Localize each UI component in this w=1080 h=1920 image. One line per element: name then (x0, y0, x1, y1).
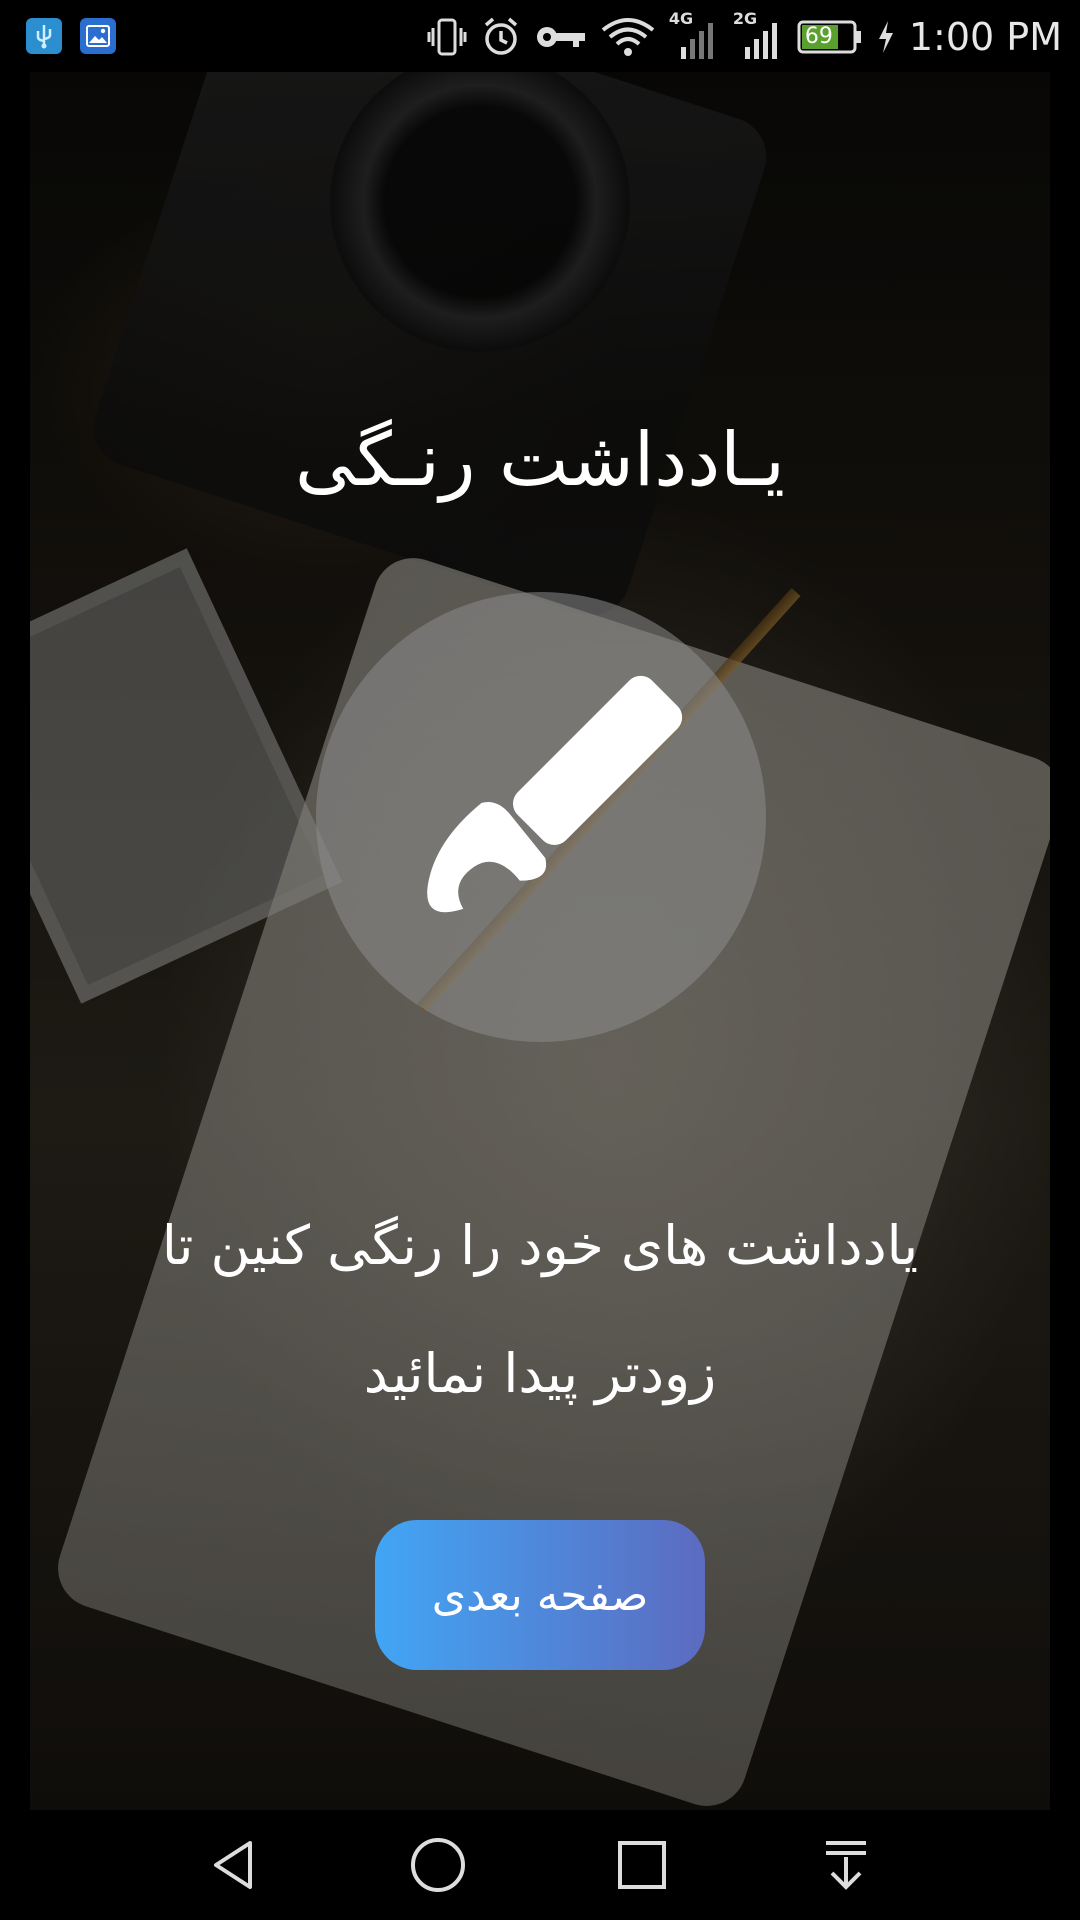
back-icon[interactable] (197, 1828, 271, 1902)
next-page-button[interactable]: صفحه بعدی (375, 1520, 705, 1670)
signal-4g-icon: 4G (669, 9, 719, 61)
app-title: یـادداشت رنـگی (294, 417, 786, 503)
signal-2g-icon: 2G (733, 9, 783, 61)
status-time: 1:00 PM (908, 15, 1062, 59)
paint-brush-icon (427, 675, 683, 913)
vpn-key-icon (535, 19, 587, 55)
description-line-2: زودتر پیدا نمائید (363, 1342, 717, 1405)
vibrate-icon (427, 16, 467, 58)
gallery-icon (80, 18, 116, 54)
feature-icon-circle (316, 592, 766, 1042)
navigation-bar (0, 1810, 1080, 1920)
usb-icon (26, 18, 62, 54)
status-bar-right: 4G 2G 69 1:00 PM (427, 9, 1062, 62)
recents-icon[interactable] (605, 1828, 679, 1902)
battery-level: 69 (804, 24, 833, 49)
status-bar: 4G 2G 69 1:00 PM (0, 0, 1080, 72)
wifi-icon (601, 16, 655, 58)
description-line-1: یادداشت های خود را رنگی کنین تا (161, 1214, 919, 1277)
charging-icon (877, 19, 895, 55)
feature-description: یادداشت های خود را رنگی کنین تا زودتر پی… (120, 1182, 960, 1438)
home-icon[interactable] (401, 1828, 475, 1902)
status-bar-left (26, 18, 116, 54)
next-page-button-label: صفحه بعدی (431, 1569, 649, 1621)
onboarding-screen: یـادداشت رنـگی یادداشت های خود را رنگی ک… (30, 72, 1050, 1810)
battery-icon: 69 (797, 20, 863, 54)
notification-pull-icon[interactable] (809, 1828, 883, 1902)
alarm-icon (481, 16, 521, 58)
